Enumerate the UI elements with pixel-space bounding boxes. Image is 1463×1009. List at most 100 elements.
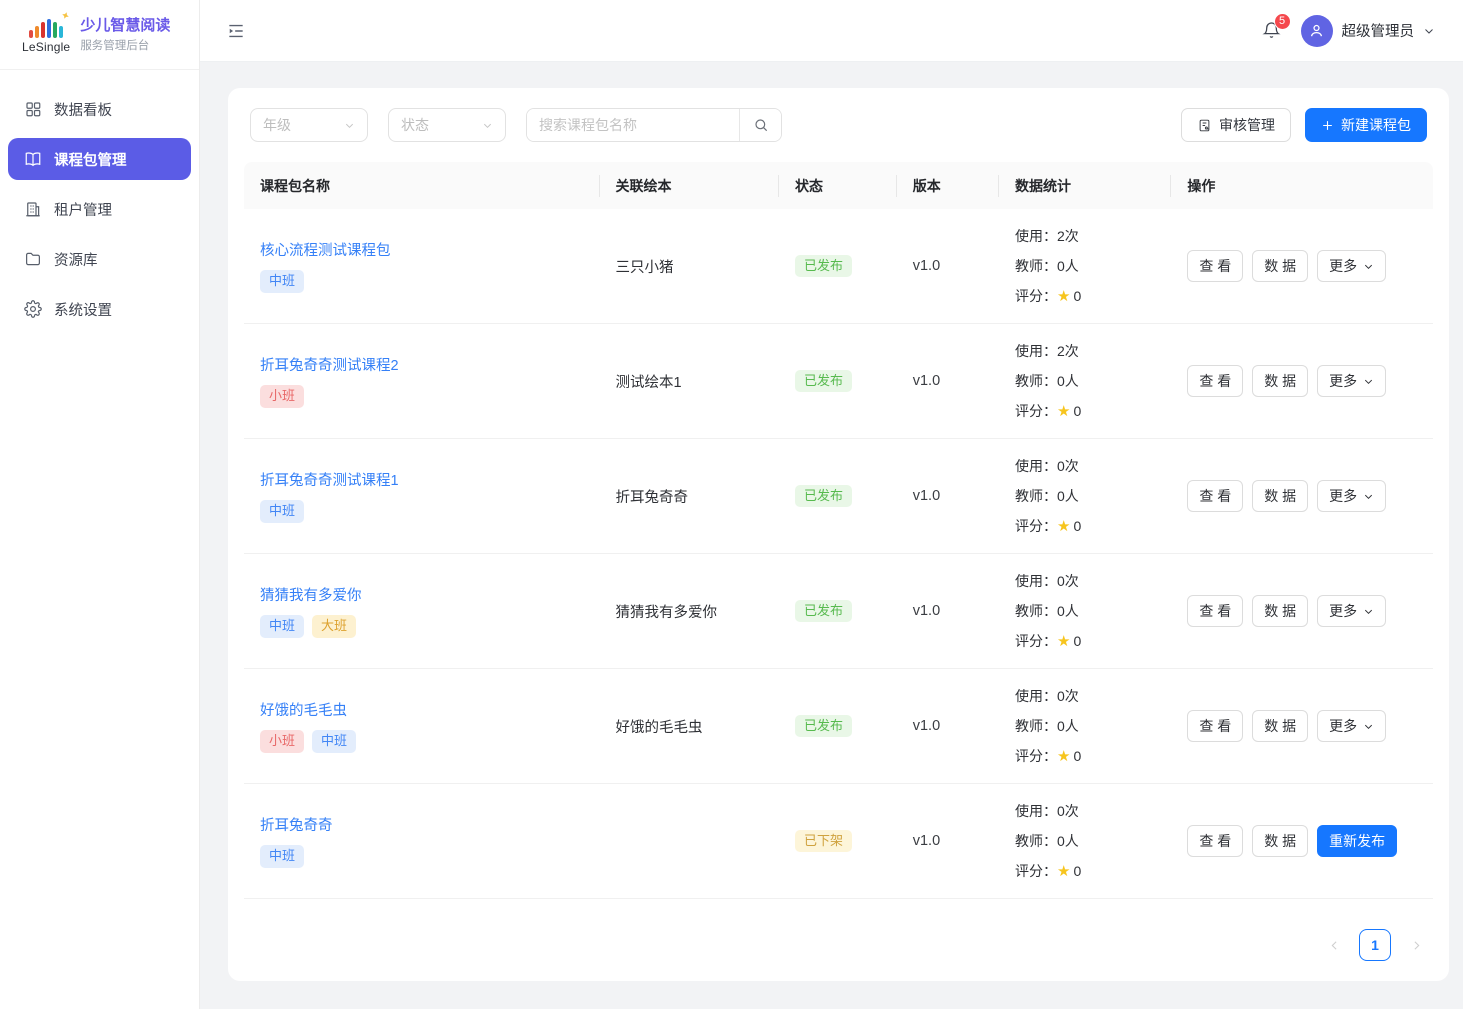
- pagination-next-button[interactable]: [1401, 930, 1431, 960]
- view-button[interactable]: 查 看: [1187, 710, 1243, 742]
- view-button[interactable]: 查 看: [1187, 365, 1243, 397]
- review-management-button[interactable]: 审核管理: [1181, 108, 1291, 142]
- star-icon: ★: [1057, 403, 1070, 420]
- cell-actions: 查 看 数 据 重新发布: [1171, 825, 1433, 857]
- cell-stats: 使用：2次 教师：0人 评分：★0: [999, 336, 1171, 427]
- sidebar-item-label: 租户管理: [54, 199, 112, 220]
- view-button[interactable]: 查 看: [1187, 480, 1243, 512]
- topbar-right: 5 超级管理员: [1259, 15, 1436, 47]
- audit-icon: [1197, 118, 1212, 133]
- more-button[interactable]: 更多: [1317, 365, 1386, 397]
- menu-fold-icon: [226, 21, 246, 41]
- cell-name: 好饿的毛毛虫 小班中班: [244, 699, 600, 753]
- cell-actions: 查 看 数 据 更多: [1171, 710, 1433, 742]
- pagination-prev-button[interactable]: [1319, 930, 1349, 960]
- data-button[interactable]: 数 据: [1252, 825, 1308, 857]
- course-package-card: 年级 状态: [228, 88, 1449, 981]
- grade-tags: 中班: [260, 270, 584, 293]
- more-button[interactable]: 更多: [1317, 710, 1386, 742]
- topbar: 5 超级管理员: [200, 0, 1463, 62]
- menu-fold-button[interactable]: [222, 17, 250, 45]
- sidebar-item-settings[interactable]: 系统设置: [8, 288, 191, 330]
- view-button[interactable]: 查 看: [1187, 595, 1243, 627]
- data-button[interactable]: 数 据: [1252, 595, 1308, 627]
- column-header-actions: 操作: [1171, 176, 1433, 196]
- search-input[interactable]: [527, 109, 739, 141]
- sidebar-item-resources[interactable]: 资源库: [8, 238, 191, 280]
- gear-icon: [24, 300, 42, 318]
- stat-teachers: 教师：0人: [1015, 251, 1155, 281]
- sidebar-item-dashboard[interactable]: 数据看板: [8, 88, 191, 130]
- book-icon: [24, 150, 42, 168]
- package-name-link[interactable]: 好饿的毛毛虫: [260, 699, 347, 720]
- package-name-link[interactable]: 折耳兔奇奇: [260, 814, 333, 835]
- data-button[interactable]: 数 据: [1252, 250, 1308, 282]
- sidebar-item-course-packages[interactable]: 课程包管理: [8, 138, 191, 180]
- table-header: 课程包名称 关联绘本 状态 版本 数据统计 操作: [244, 162, 1433, 209]
- sidebar-item-label: 数据看板: [54, 99, 112, 120]
- chevron-down-icon: [344, 120, 355, 131]
- folder-icon: [24, 250, 42, 268]
- status-tag: 已发布: [795, 600, 852, 623]
- user-menu[interactable]: 超级管理员: [1301, 15, 1436, 47]
- sidebar-item-tenants[interactable]: 租户管理: [8, 188, 191, 230]
- view-button[interactable]: 查 看: [1187, 250, 1243, 282]
- search-group: [526, 108, 782, 142]
- chevron-left-icon: [1328, 939, 1341, 952]
- brand-name: LeSingle: [22, 40, 70, 54]
- cell-name: 折耳兔奇奇测试课程2 小班: [244, 354, 600, 408]
- brand-text: 少儿智慧阅读 服务管理后台: [80, 16, 170, 53]
- cell-book: 折耳兔奇奇: [600, 486, 780, 507]
- more-button[interactable]: 更多: [1317, 480, 1386, 512]
- pagination-page-1[interactable]: 1: [1359, 929, 1391, 961]
- stat-teachers: 教师：0人: [1015, 366, 1155, 396]
- status-filter-select[interactable]: 状态: [388, 108, 506, 142]
- grade-tag: 中班: [260, 270, 304, 293]
- cell-name: 折耳兔奇奇 中班: [244, 814, 600, 868]
- chevron-down-icon: [1363, 491, 1374, 502]
- notification-bell-button[interactable]: 5: [1259, 18, 1285, 44]
- star-icon: ★: [1057, 863, 1070, 880]
- grade-filter-select[interactable]: 年级: [250, 108, 368, 142]
- cell-stats: 使用：0次 教师：0人 评分：★0: [999, 451, 1171, 542]
- grade-tags: 小班中班: [260, 730, 584, 753]
- view-button[interactable]: 查 看: [1187, 825, 1243, 857]
- package-name-link[interactable]: 猜猜我有多爱你: [260, 584, 362, 605]
- create-package-button[interactable]: 新建课程包: [1305, 108, 1427, 142]
- stat-usage: 使用：2次: [1015, 336, 1155, 366]
- chevron-down-icon: [1363, 376, 1374, 387]
- data-button[interactable]: 数 据: [1252, 480, 1308, 512]
- grade-tags: 中班: [260, 845, 584, 868]
- course-package-table: 课程包名称 关联绘本 状态 版本 数据统计 操作 核心流程测试课程包 中班 三只…: [244, 162, 1433, 911]
- cell-version: v1.0: [897, 373, 999, 389]
- cell-name: 折耳兔奇奇测试课程1 中班: [244, 469, 600, 523]
- cell-version: v1.0: [897, 488, 999, 504]
- grade-tag: 中班: [312, 730, 356, 753]
- star-icon: ★: [1057, 288, 1070, 305]
- cell-status: 已发布: [779, 255, 897, 278]
- stat-rating: 评分：★0: [1015, 396, 1155, 427]
- republish-button[interactable]: 重新发布: [1317, 825, 1397, 857]
- cell-name: 核心流程测试课程包 中班: [244, 239, 600, 293]
- app-title: 少儿智慧阅读: [80, 16, 170, 36]
- grade-tag: 中班: [260, 500, 304, 523]
- stat-teachers: 教师：0人: [1015, 711, 1155, 741]
- main-area: 5 超级管理员 年级: [200, 0, 1463, 1009]
- search-button[interactable]: [739, 109, 781, 141]
- column-header-version: 版本: [897, 176, 999, 196]
- toolbar-actions: 审核管理 新建课程包: [1181, 108, 1427, 142]
- stat-rating: 评分：★0: [1015, 511, 1155, 542]
- more-button[interactable]: 更多: [1317, 595, 1386, 627]
- cell-book: 猜猜我有多爱你: [600, 601, 780, 622]
- package-name-link[interactable]: 折耳兔奇奇测试课程2: [260, 354, 399, 375]
- table-row: 好饿的毛毛虫 小班中班 好饿的毛毛虫 已发布 v1.0 使用：0次 教师：0人 …: [244, 669, 1433, 784]
- cell-stats: 使用：0次 教师：0人 评分：★0: [999, 681, 1171, 772]
- table-body: 核心流程测试课程包 中班 三只小猪 已发布 v1.0 使用：2次 教师：0人 评…: [244, 209, 1433, 899]
- user-icon: [1308, 22, 1325, 39]
- data-button[interactable]: 数 据: [1252, 365, 1308, 397]
- package-name-link[interactable]: 折耳兔奇奇测试课程1: [260, 469, 399, 490]
- package-name-link[interactable]: 核心流程测试课程包: [260, 239, 391, 260]
- building-icon: [24, 200, 42, 218]
- more-button[interactable]: 更多: [1317, 250, 1386, 282]
- data-button[interactable]: 数 据: [1252, 710, 1308, 742]
